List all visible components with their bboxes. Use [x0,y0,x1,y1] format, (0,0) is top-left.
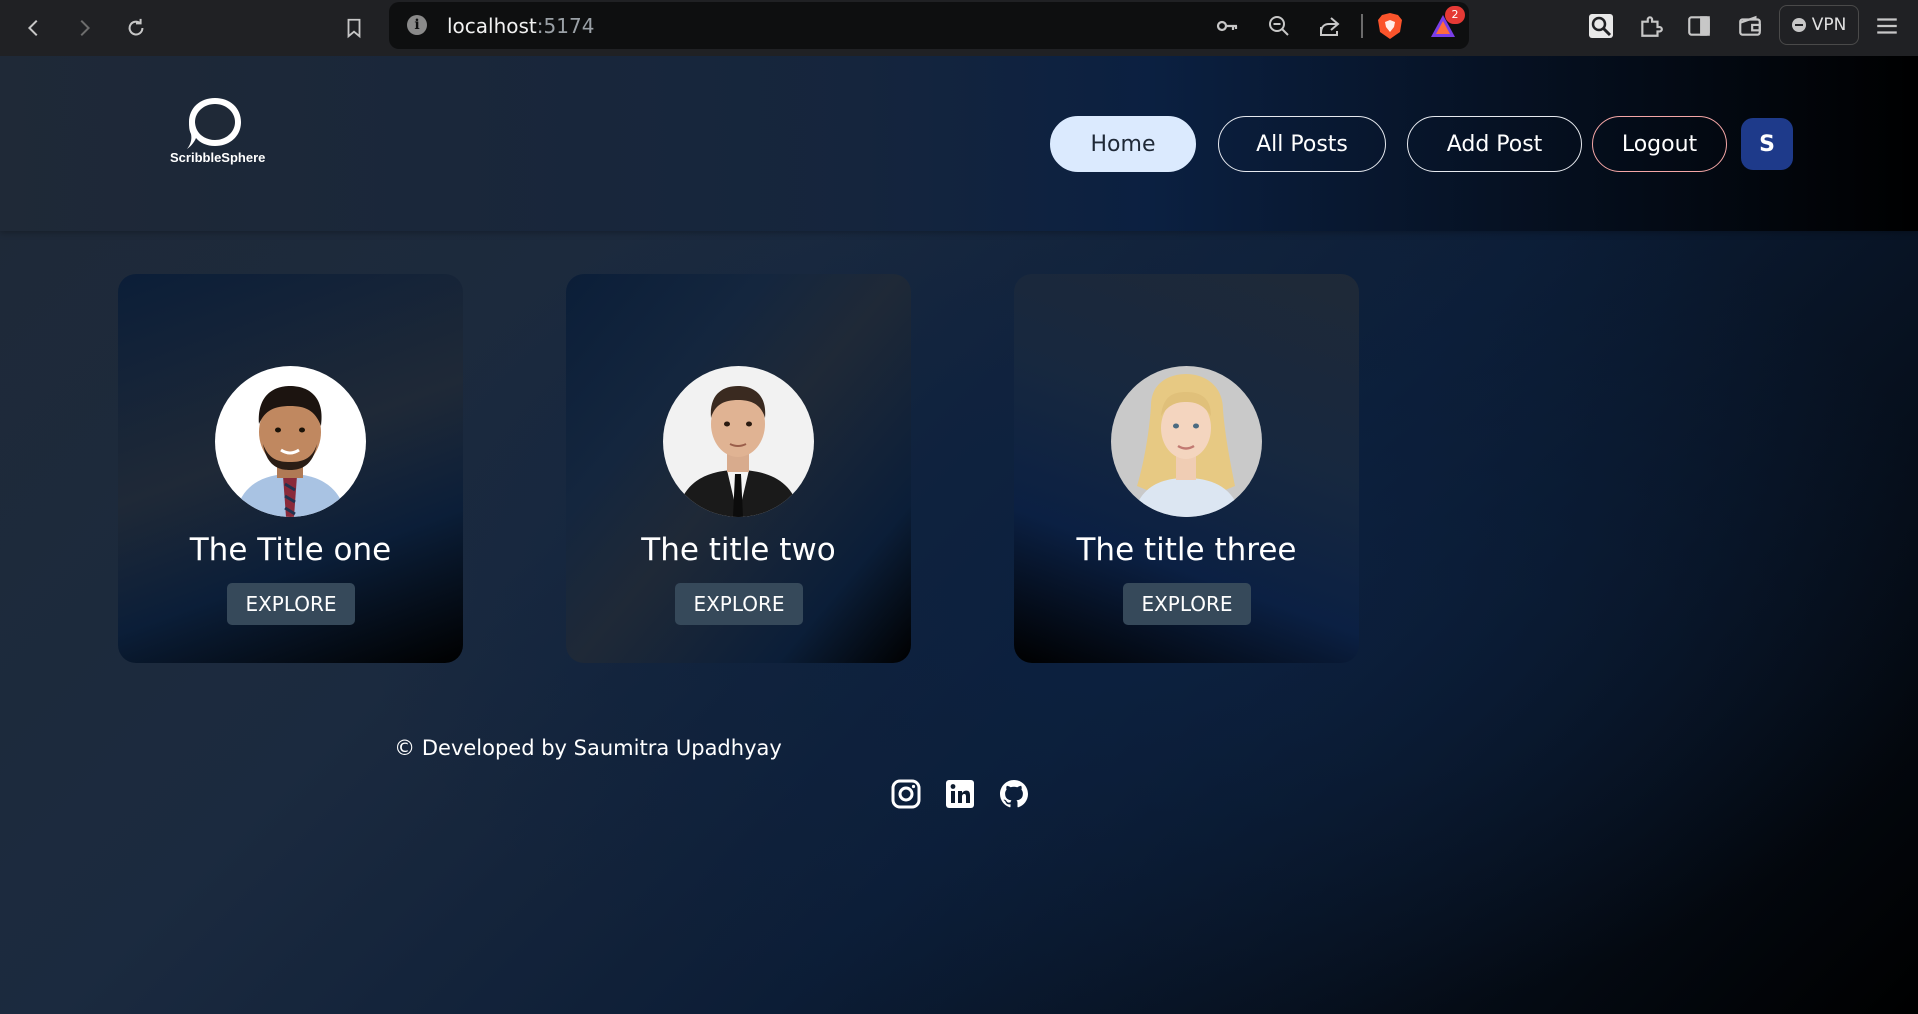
github-icon[interactable] [998,778,1030,810]
speech-bubble-logo-icon [187,98,241,149]
linkedin-icon[interactable] [944,778,976,810]
vpn-label: VPN [1811,15,1847,35]
logo-text: ScribbleSphere [170,150,266,165]
post-card[interactable]: The Title one EXPLORE [118,274,463,663]
logout-button[interactable]: Logout [1592,116,1727,172]
bookmark-icon[interactable] [336,10,372,46]
sidebar-icon[interactable] [1686,13,1712,39]
post-title[interactable]: The title two [566,532,911,568]
url-text[interactable]: localhost:5174 [447,14,594,38]
user-avatar[interactable]: S [1741,118,1793,170]
explore-button[interactable]: EXPLORE [675,583,803,625]
site-info-icon[interactable]: i [407,15,427,35]
address-bar[interactable]: i localhost:5174 2 [389,2,1469,49]
instagram-icon[interactable] [890,778,922,810]
divider [1361,14,1363,38]
back-icon[interactable] [16,10,52,46]
post-title[interactable]: The title three [1014,532,1359,568]
footer-credit: © Developed by Saumitra Upadhyay [0,736,1918,760]
key-icon[interactable] [1215,14,1239,38]
post-card[interactable]: The title two EXPLORE [566,274,911,663]
url-port: :5174 [536,14,595,38]
post-avatar-photo [215,366,366,517]
vpn-status-icon [1791,18,1806,32]
zoom-out-icon[interactable] [1267,14,1291,38]
search-page-icon[interactable] [1588,13,1614,39]
social-links [890,778,1032,812]
vpn-button[interactable]: VPN [1779,5,1859,45]
nav-add-post[interactable]: Add Post [1407,116,1582,172]
page-content: ScribbleSphere Home All Posts Add Post L… [0,56,1918,1014]
forward-icon[interactable] [66,10,102,46]
post-card[interactable]: The title three EXPLORE [1014,274,1359,663]
site-logo[interactable]: ScribbleSphere [170,94,266,174]
menu-icon[interactable] [1874,13,1900,39]
browser-toolbar: i localhost:5174 2 VPN [0,0,1918,56]
nav-all-posts[interactable]: All Posts [1218,116,1386,172]
share-icon[interactable] [1317,14,1341,38]
footer-credit-text: © Developed by Saumitra Upadhyay [394,736,782,760]
site-header: ScribbleSphere Home All Posts Add Post L… [0,56,1918,231]
extensions-icon[interactable] [1638,13,1664,39]
explore-button[interactable]: EXPLORE [1123,583,1251,625]
nav-home[interactable]: Home [1050,116,1196,172]
post-avatar-photo [1111,366,1262,517]
post-avatar-photo [663,366,814,517]
wallet-icon[interactable] [1737,13,1763,39]
url-host: localhost [447,14,537,38]
rewards-badge: 2 [1445,6,1465,24]
explore-button[interactable]: EXPLORE [227,583,355,625]
reload-icon[interactable] [118,10,154,46]
post-title[interactable]: The Title one [118,532,463,568]
brave-shields-icon[interactable] [1377,12,1403,40]
